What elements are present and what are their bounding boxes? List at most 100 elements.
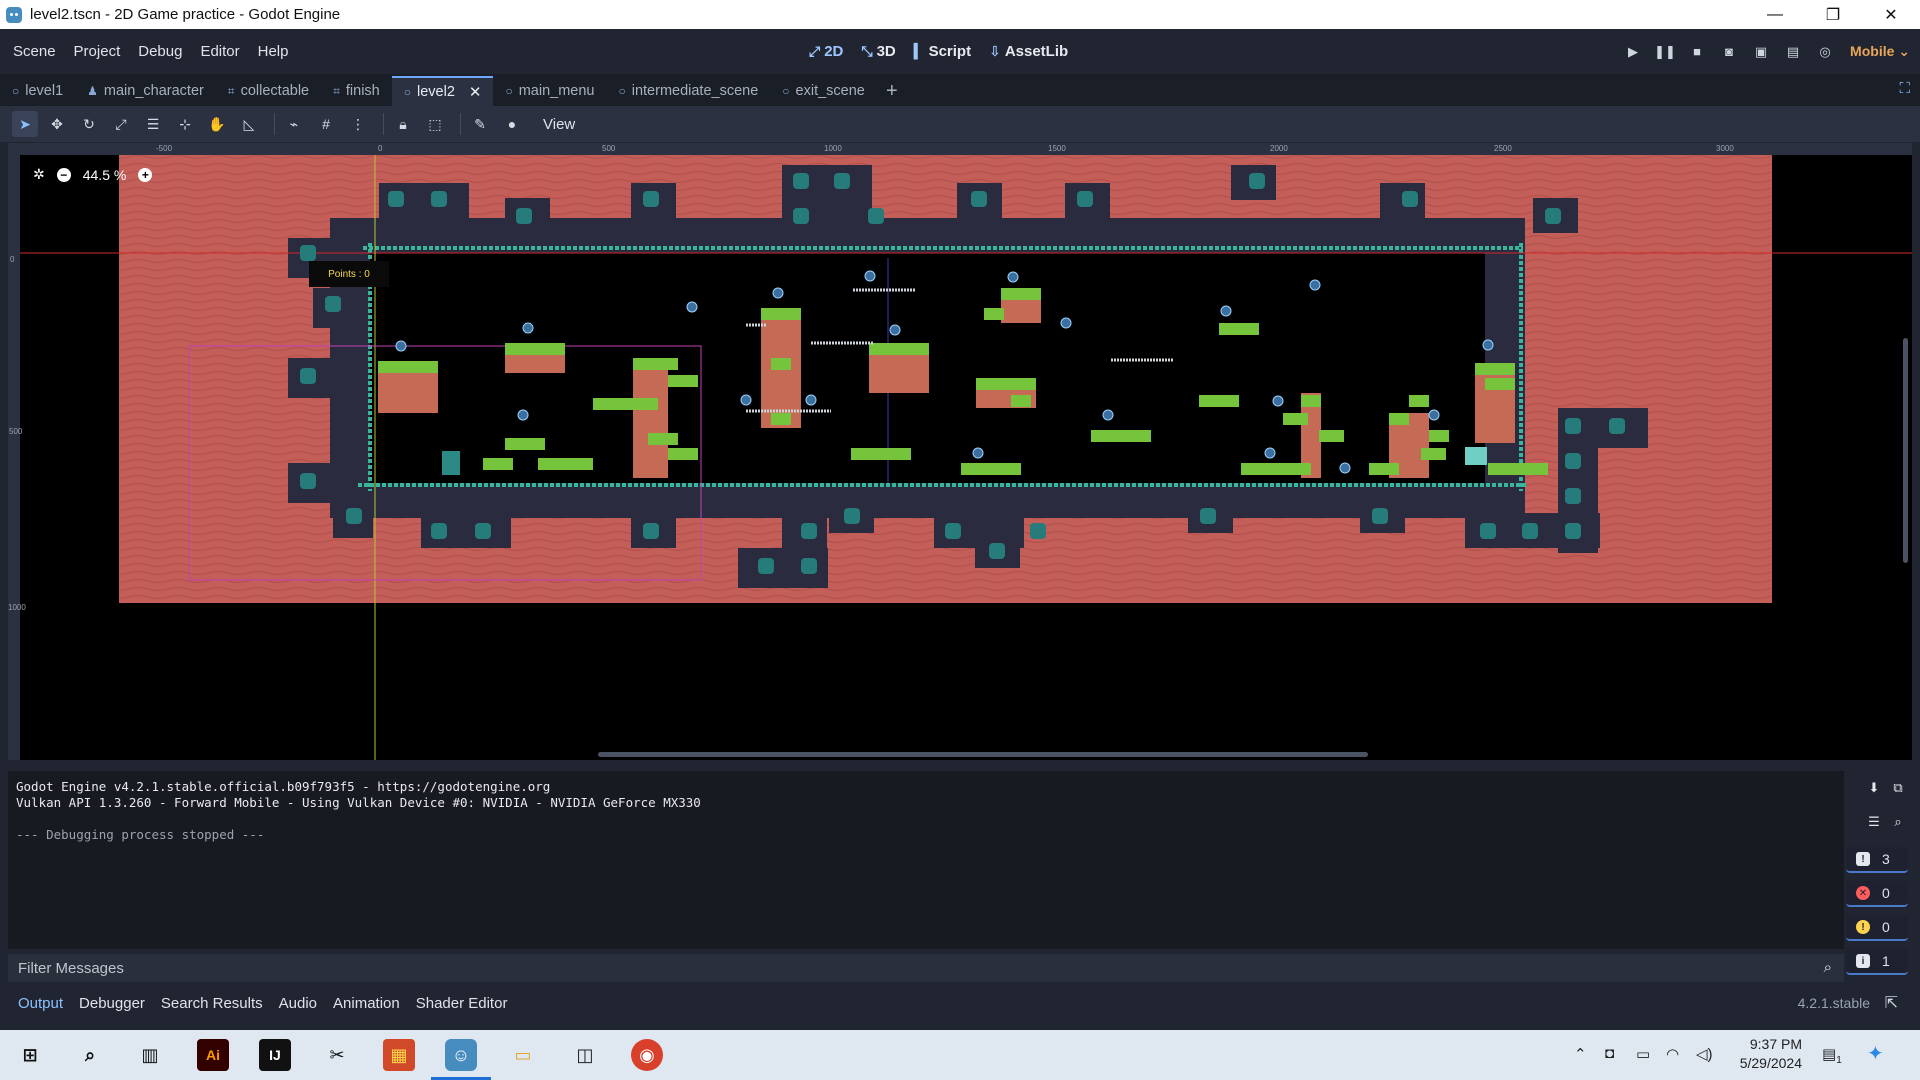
- horizontal-scrollbar[interactable]: [598, 752, 1368, 757]
- tab-level2[interactable]: ○ level2 ✕: [391, 76, 494, 106]
- panel-expand-icon[interactable]: ⇱: [1885, 993, 1898, 1013]
- battery-icon[interactable]: ▭: [1636, 1045, 1650, 1063]
- tab-shader-editor[interactable]: Shader Editor: [408, 995, 516, 1012]
- lock-icon[interactable]: 🔒︎: [390, 111, 416, 137]
- renderer-select[interactable]: Mobile ⌄: [1850, 43, 1910, 60]
- pivot-tool-icon[interactable]: ⊹: [172, 111, 198, 137]
- search-icon: ⌕: [1823, 959, 1832, 976]
- maximize-button[interactable]: ❐: [1804, 0, 1862, 29]
- tab-level1[interactable]: ○ level1: [0, 76, 75, 106]
- tab-collectable[interactable]: ⌗ collectable: [216, 76, 321, 106]
- level-canvas[interactable]: [8, 143, 1912, 760]
- twitch-icon[interactable]: ◫: [569, 1039, 601, 1071]
- volume-icon[interactable]: ◁): [1696, 1045, 1713, 1063]
- chrome-icon[interactable]: ◉: [631, 1039, 663, 1071]
- copy-icon[interactable]: ⧉: [1884, 777, 1912, 799]
- menu-debug[interactable]: Debug: [129, 43, 191, 60]
- errors-count: 0: [1882, 885, 1890, 901]
- play-icon[interactable]: ▶: [1620, 39, 1646, 65]
- group-icon[interactable]: ⬚: [422, 111, 448, 137]
- select-tool-icon[interactable]: ➤: [12, 111, 38, 137]
- movie-maker-icon[interactable]: ◎: [1812, 39, 1838, 65]
- illustrator-icon[interactable]: Ai: [197, 1039, 229, 1071]
- tab-main-menu[interactable]: ○ main_menu: [493, 76, 606, 106]
- zoom-out-button[interactable]: −: [56, 167, 71, 182]
- info-filter-toggle[interactable]: i1: [1846, 949, 1908, 975]
- zoom-in-button[interactable]: +: [138, 167, 153, 182]
- play-custom-scene-icon[interactable]: ▤: [1780, 39, 1806, 65]
- godot-icon[interactable]: ☺: [431, 1039, 491, 1080]
- camera-override-icon[interactable]: ●: [499, 111, 525, 137]
- capcut-icon[interactable]: ✂: [321, 1039, 353, 1071]
- menu-help[interactable]: Help: [249, 43, 298, 60]
- menu-scene[interactable]: Scene: [4, 43, 65, 60]
- paint-icon[interactable]: ▦: [383, 1039, 415, 1071]
- mode-3d-button[interactable]: ⤡ 3D: [854, 39, 902, 64]
- tab-main-character[interactable]: ♟ main_character: [75, 76, 216, 106]
- close-tab-icon[interactable]: ✕: [469, 83, 482, 101]
- tab-intermediate-scene[interactable]: ○ intermediate_scene: [606, 76, 770, 106]
- area-icon: ⌗: [227, 83, 235, 98]
- output-log: Godot Engine v4.2.1.stable.official.b09f…: [8, 771, 1844, 949]
- warnings-filter-toggle[interactable]: ! 0: [1846, 915, 1908, 941]
- view-menu-button[interactable]: View: [543, 116, 575, 133]
- notifications-icon[interactable]: ▤1: [1822, 1045, 1842, 1066]
- ruler-label: 2500: [1494, 144, 1512, 153]
- scene-icon: ○: [403, 85, 411, 99]
- ruler-label: 3000: [1716, 144, 1734, 153]
- windows-start-icon[interactable]: ⊞: [14, 1039, 46, 1071]
- filter-messages-input[interactable]: Filter Messages ⌕: [8, 954, 1844, 982]
- tab-animation[interactable]: Animation: [325, 995, 408, 1012]
- tab-audio[interactable]: Audio: [271, 995, 325, 1012]
- ruler-tool-icon[interactable]: ◺: [236, 111, 262, 137]
- tab-output[interactable]: Output: [10, 995, 71, 1012]
- points-label: Points : 0: [309, 261, 389, 287]
- add-scene-tab-button[interactable]: +: [877, 76, 907, 106]
- canvas-viewport[interactable]: -500 0 500 1000 1500 2000 2500 3000 0 50…: [8, 143, 1912, 760]
- minimize-button[interactable]: —: [1746, 0, 1804, 29]
- remote-debug-icon[interactable]: ◙: [1716, 39, 1742, 65]
- mode-script-button[interactable]: ▍ Script: [907, 39, 978, 64]
- scene-tabs: ○ level1 ♟ main_character ⌗ collectable ⌗ fi…: [0, 74, 1920, 106]
- finish-sprite: [1465, 447, 1487, 465]
- mode-assetlib-button[interactable]: ⇩ AssetLib: [982, 39, 1075, 64]
- pan-tool-icon[interactable]: ✋: [204, 111, 230, 137]
- mode-2d-label: 2D: [824, 43, 844, 60]
- skeleton-icon[interactable]: ✎: [467, 111, 493, 137]
- copilot-icon[interactable]: ✦: [1867, 1041, 1884, 1066]
- distraction-free-icon[interactable]: ⛶: [1899, 80, 1910, 97]
- separator: [383, 113, 384, 135]
- pause-icon[interactable]: ❚❚: [1652, 39, 1678, 65]
- zoom-level[interactable]: 44.5 %: [83, 167, 127, 183]
- list-select-icon[interactable]: ☰: [140, 111, 166, 137]
- snap-options-icon[interactable]: ⋮: [345, 111, 371, 137]
- messages-filter-toggle[interactable]: ! 3: [1846, 847, 1908, 873]
- play-scene-icon[interactable]: ▣: [1748, 39, 1774, 65]
- rotate-tool-icon[interactable]: ↻: [76, 111, 102, 137]
- search-icon[interactable]: ⌕: [74, 1039, 106, 1071]
- errors-filter-toggle[interactable]: ✕ 0: [1846, 881, 1908, 907]
- vertical-scrollbar[interactable]: [1903, 338, 1908, 563]
- close-button[interactable]: ✕: [1862, 0, 1920, 29]
- mode-2d-button[interactable]: ⤢ 2D: [802, 39, 850, 64]
- stop-icon[interactable]: ■: [1684, 39, 1710, 65]
- intellij-icon[interactable]: IJ: [259, 1039, 291, 1071]
- search-icon[interactable]: ⌕: [1884, 811, 1912, 833]
- grid-snap-icon[interactable]: #: [313, 111, 339, 137]
- tab-finish[interactable]: ⌗ finish: [321, 76, 392, 106]
- center-view-icon[interactable]: ✲: [33, 166, 45, 183]
- log-line: Vulkan API 1.3.260 - Forward Mobile - Us…: [16, 795, 701, 810]
- wifi-icon[interactable]: ◠: [1666, 1045, 1679, 1063]
- smart-snap-icon[interactable]: ⌁: [281, 111, 307, 137]
- menu-editor[interactable]: Editor: [191, 43, 248, 60]
- tab-search-results[interactable]: Search Results: [153, 995, 271, 1012]
- menu-project[interactable]: Project: [65, 43, 130, 60]
- tab-debugger[interactable]: Debugger: [71, 995, 153, 1012]
- scale-tool-icon[interactable]: ⤢: [108, 111, 134, 137]
- tab-exit-scene[interactable]: ○ exit_scene: [770, 76, 877, 106]
- chevron-up-icon[interactable]: ⌃: [1574, 1045, 1587, 1063]
- move-tool-icon[interactable]: ✥: [44, 111, 70, 137]
- file-explorer-icon[interactable]: ▭: [507, 1039, 539, 1071]
- task-view-icon[interactable]: ▥: [134, 1039, 166, 1071]
- clock[interactable]: 9:37 PM 5/29/2024: [1722, 1035, 1802, 1073]
